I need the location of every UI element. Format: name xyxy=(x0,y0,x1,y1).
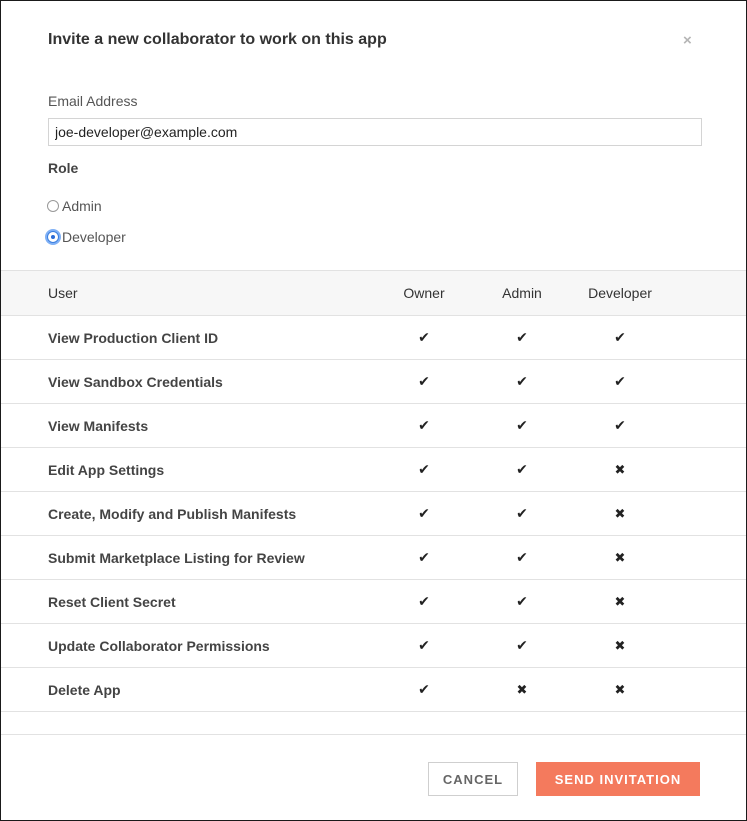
role-label: Role xyxy=(48,160,79,176)
header-admin: Admin xyxy=(502,285,542,301)
permission-name: Submit Marketplace Listing for Review xyxy=(48,549,305,566)
check-icon: ✔ xyxy=(516,373,528,389)
send-invitation-button[interactable]: SEND INVITATION xyxy=(536,762,700,796)
table-header: User Owner Admin Developer xyxy=(1,271,746,316)
check-icon: ✔ xyxy=(516,637,528,653)
table-row: Update Collaborator Permissions ✔ ✔ ✖ xyxy=(1,624,746,668)
radio-developer[interactable] xyxy=(47,231,59,243)
check-icon: ✔ xyxy=(418,549,430,565)
radio-admin[interactable] xyxy=(47,200,59,212)
close-icon[interactable]: × xyxy=(683,33,692,49)
check-icon: ✔ xyxy=(418,505,430,521)
check-icon: ✔ xyxy=(614,329,626,345)
invite-collaborator-dialog: Invite a new collaborator to work on thi… xyxy=(0,0,747,821)
table-row: View Manifests ✔ ✔ ✔ xyxy=(1,404,746,448)
check-icon: ✔ xyxy=(418,329,430,345)
check-icon: ✔ xyxy=(418,637,430,653)
cross-icon: ✖ xyxy=(614,549,626,565)
cross-icon: ✖ xyxy=(614,461,626,477)
permission-name: View Manifests xyxy=(48,417,149,434)
header-developer: Developer xyxy=(588,285,652,301)
cross-icon: ✖ xyxy=(614,637,626,653)
role-option-admin[interactable]: Admin xyxy=(47,197,102,215)
check-icon: ✔ xyxy=(516,549,528,565)
check-icon: ✔ xyxy=(516,417,528,433)
header-owner: Owner xyxy=(403,285,445,301)
check-icon: ✔ xyxy=(614,373,626,389)
header-user: User xyxy=(48,285,78,301)
check-icon: ✔ xyxy=(516,329,528,345)
permission-name: View Production Client ID xyxy=(48,329,219,346)
check-icon: ✔ xyxy=(516,505,528,521)
check-icon: ✔ xyxy=(418,593,430,609)
table-row: Submit Marketplace Listing for Review ✔ ✔ ✖ xyxy=(1,536,746,580)
permission-name: Reset Client Secret xyxy=(48,593,176,610)
permission-name: Edit App Settings xyxy=(48,461,165,478)
footer-divider xyxy=(1,734,746,735)
dialog-title: Invite a new collaborator to work on thi… xyxy=(48,31,387,48)
permission-name: Delete App xyxy=(48,681,121,698)
check-icon: ✔ xyxy=(418,417,430,433)
permission-name: Update Collaborator Permissions xyxy=(48,637,270,654)
email-label: Email Address xyxy=(48,93,138,109)
role-option-developer-label: Developer xyxy=(62,229,126,245)
permission-name: Create, Modify and Publish Manifests xyxy=(48,505,297,522)
cross-icon: ✖ xyxy=(614,593,626,609)
table-row: Edit App Settings ✔ ✔ ✖ xyxy=(1,448,746,492)
check-icon: ✔ xyxy=(418,681,430,697)
table-row: View Sandbox Credentials ✔ ✔ ✔ xyxy=(1,360,746,404)
cross-icon: ✖ xyxy=(614,505,626,521)
check-icon: ✔ xyxy=(418,373,430,389)
table-row: Reset Client Secret ✔ ✔ ✖ xyxy=(1,580,746,624)
table-row: Delete App ✔ ✖ ✖ xyxy=(1,668,746,712)
check-icon: ✔ xyxy=(516,593,528,609)
table-row: Create, Modify and Publish Manifests ✔ ✔ ✖ xyxy=(1,492,746,536)
check-icon: ✔ xyxy=(418,461,430,477)
check-icon: ✔ xyxy=(614,417,626,433)
permissions-table: User Owner Admin Developer View Producti… xyxy=(1,270,746,712)
email-field[interactable] xyxy=(48,118,702,146)
permission-name: View Sandbox Credentials xyxy=(48,373,223,390)
role-option-admin-label: Admin xyxy=(62,198,102,214)
cross-icon: ✖ xyxy=(614,681,626,697)
cross-icon: ✖ xyxy=(516,681,528,697)
role-option-developer[interactable]: Developer xyxy=(47,228,126,246)
cancel-button[interactable]: CANCEL xyxy=(428,762,518,796)
table-row: View Production Client ID ✔ ✔ ✔ xyxy=(1,316,746,360)
check-icon: ✔ xyxy=(516,461,528,477)
